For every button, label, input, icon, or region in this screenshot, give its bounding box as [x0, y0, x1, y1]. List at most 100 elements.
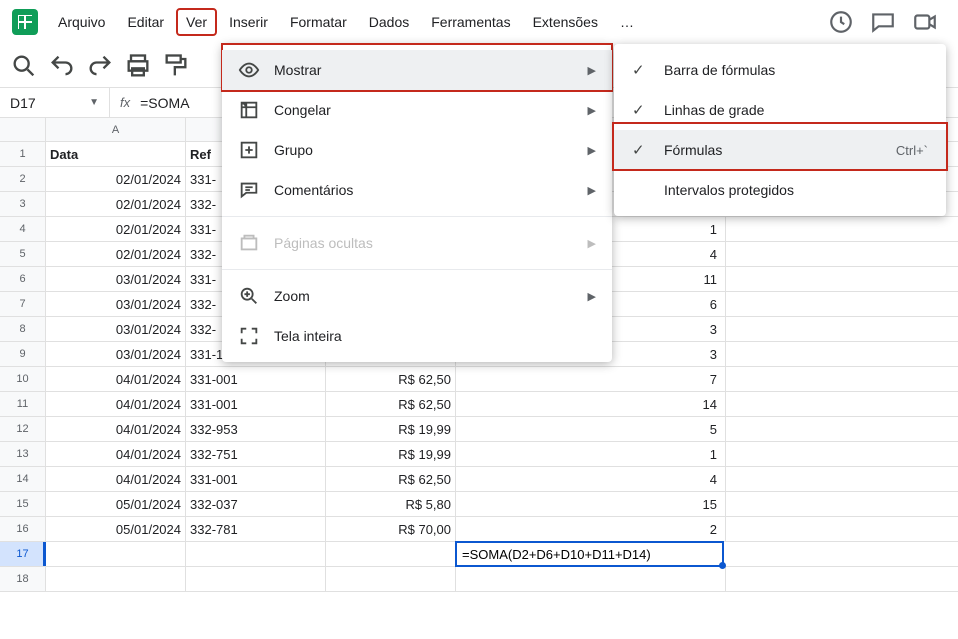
search-icon[interactable]: [10, 52, 38, 80]
menu-tela-inteira[interactable]: Tela inteira: [222, 316, 612, 356]
cell[interactable]: R$ 5,80: [326, 492, 456, 516]
cell[interactable]: 02/01/2024: [46, 167, 186, 191]
cell[interactable]: [46, 567, 186, 591]
table-row: 1104/01/2024331-001R$ 62,5014: [0, 392, 958, 417]
comment-icon[interactable]: [870, 9, 896, 35]
row-header[interactable]: 15: [0, 492, 46, 516]
redo-icon[interactable]: [86, 52, 114, 80]
menu-grupo[interactable]: Grupo ▶: [222, 130, 612, 170]
cell[interactable]: 331-001: [186, 392, 326, 416]
cell[interactable]: R$ 62,50: [326, 467, 456, 491]
cell[interactable]: [186, 567, 326, 591]
select-all-corner[interactable]: [0, 118, 46, 141]
check-icon: ✓: [632, 101, 654, 119]
history-icon[interactable]: [828, 9, 854, 35]
cell[interactable]: 04/01/2024: [46, 467, 186, 491]
submenu-linhas-grade[interactable]: ✓ Linhas de grade: [614, 90, 946, 130]
paint-format-icon[interactable]: [162, 52, 190, 80]
cell[interactable]: 05/01/2024: [46, 492, 186, 516]
cell[interactable]: 332-751: [186, 442, 326, 466]
row-header[interactable]: 18: [0, 567, 46, 591]
submenu-barra-formulas[interactable]: ✓ Barra de fórmulas: [614, 50, 946, 90]
fx-icon: fx: [110, 95, 140, 110]
cell[interactable]: 14: [456, 392, 726, 416]
row-header[interactable]: 13: [0, 442, 46, 466]
menu-zoom[interactable]: Zoom ▶: [222, 276, 612, 316]
cell[interactable]: 03/01/2024: [46, 292, 186, 316]
cell[interactable]: 331-001: [186, 367, 326, 391]
cell[interactable]: 1: [456, 442, 726, 466]
menu-ver[interactable]: Ver: [176, 8, 217, 36]
row-header[interactable]: 14: [0, 467, 46, 491]
print-icon[interactable]: [124, 52, 152, 80]
keyboard-shortcut: Ctrl+`: [896, 143, 928, 158]
row-header[interactable]: 2: [0, 167, 46, 191]
cell[interactable]: 02/01/2024: [46, 242, 186, 266]
row-header[interactable]: 8: [0, 317, 46, 341]
meet-icon[interactable]: [912, 9, 938, 35]
formula-bar-text[interactable]: =SOMA: [140, 95, 189, 111]
row-header[interactable]: 16: [0, 517, 46, 541]
name-box[interactable]: D17 ▼: [0, 88, 110, 117]
cell[interactable]: R$ 70,00: [326, 517, 456, 541]
menu-mostrar[interactable]: Mostrar ▶: [222, 50, 612, 90]
menu-formatar[interactable]: Formatar: [280, 8, 357, 36]
cell[interactable]: Data: [46, 142, 186, 166]
cell[interactable]: R$ 62,50: [326, 367, 456, 391]
row-header[interactable]: 10: [0, 367, 46, 391]
cell[interactable]: 332-953: [186, 417, 326, 441]
submenu-formulas[interactable]: ✓ Fórmulas Ctrl+`: [614, 130, 946, 170]
cell[interactable]: 331-001: [186, 467, 326, 491]
col-header-A[interactable]: A: [46, 118, 186, 141]
cell[interactable]: R$ 19,99: [326, 442, 456, 466]
menu-more[interactable]: …: [610, 8, 644, 36]
cell[interactable]: [326, 542, 456, 566]
row-header[interactable]: 12: [0, 417, 46, 441]
menu-congelar[interactable]: Congelar ▶: [222, 90, 612, 130]
cell[interactable]: 15: [456, 492, 726, 516]
row-header[interactable]: 3: [0, 192, 46, 216]
menu-extensoes[interactable]: Extensões: [523, 8, 608, 36]
menu-editar[interactable]: Editar: [117, 8, 174, 36]
row-header[interactable]: 6: [0, 267, 46, 291]
row-header[interactable]: 11: [0, 392, 46, 416]
row-header[interactable]: 4: [0, 217, 46, 241]
row-header[interactable]: 9: [0, 342, 46, 366]
sheets-logo[interactable]: [12, 9, 38, 35]
row-header[interactable]: 7: [0, 292, 46, 316]
cell[interactable]: 04/01/2024: [46, 417, 186, 441]
cell[interactable]: R$ 62,50: [326, 392, 456, 416]
cell[interactable]: 7: [456, 367, 726, 391]
cell[interactable]: 02/01/2024: [46, 217, 186, 241]
cell[interactable]: 05/01/2024: [46, 517, 186, 541]
cell[interactable]: R$ 19,99: [326, 417, 456, 441]
cell[interactable]: [46, 542, 186, 566]
cell[interactable]: 02/01/2024: [46, 192, 186, 216]
cell[interactable]: 332-781: [186, 517, 326, 541]
menu-arquivo[interactable]: Arquivo: [48, 8, 115, 36]
cell[interactable]: 03/01/2024: [46, 317, 186, 341]
undo-icon[interactable]: [48, 52, 76, 80]
cell[interactable]: 2: [456, 517, 726, 541]
submenu-intervalos-protegidos[interactable]: Intervalos protegidos: [614, 170, 946, 210]
cell[interactable]: 04/01/2024: [46, 367, 186, 391]
row-header[interactable]: 1: [0, 142, 46, 166]
active-cell-D17[interactable]: =SOMA(D2+D6+D10+D11+D14): [455, 541, 724, 567]
menu-dados[interactable]: Dados: [359, 8, 419, 36]
cell[interactable]: [186, 542, 326, 566]
cell[interactable]: 332-037: [186, 492, 326, 516]
menu-inserir[interactable]: Inserir: [219, 8, 278, 36]
cell[interactable]: 5: [456, 417, 726, 441]
cell[interactable]: 04/01/2024: [46, 392, 186, 416]
menu-ferramentas[interactable]: Ferramentas: [421, 8, 520, 36]
fill-handle[interactable]: [719, 562, 726, 569]
cell[interactable]: [326, 567, 456, 591]
cell[interactable]: 03/01/2024: [46, 342, 186, 366]
menu-comentarios[interactable]: Comentários ▶: [222, 170, 612, 210]
row-header-active[interactable]: 17: [0, 542, 46, 566]
cell[interactable]: 03/01/2024: [46, 267, 186, 291]
cell[interactable]: 4: [456, 467, 726, 491]
cell[interactable]: [456, 567, 726, 591]
row-header[interactable]: 5: [0, 242, 46, 266]
cell[interactable]: 04/01/2024: [46, 442, 186, 466]
